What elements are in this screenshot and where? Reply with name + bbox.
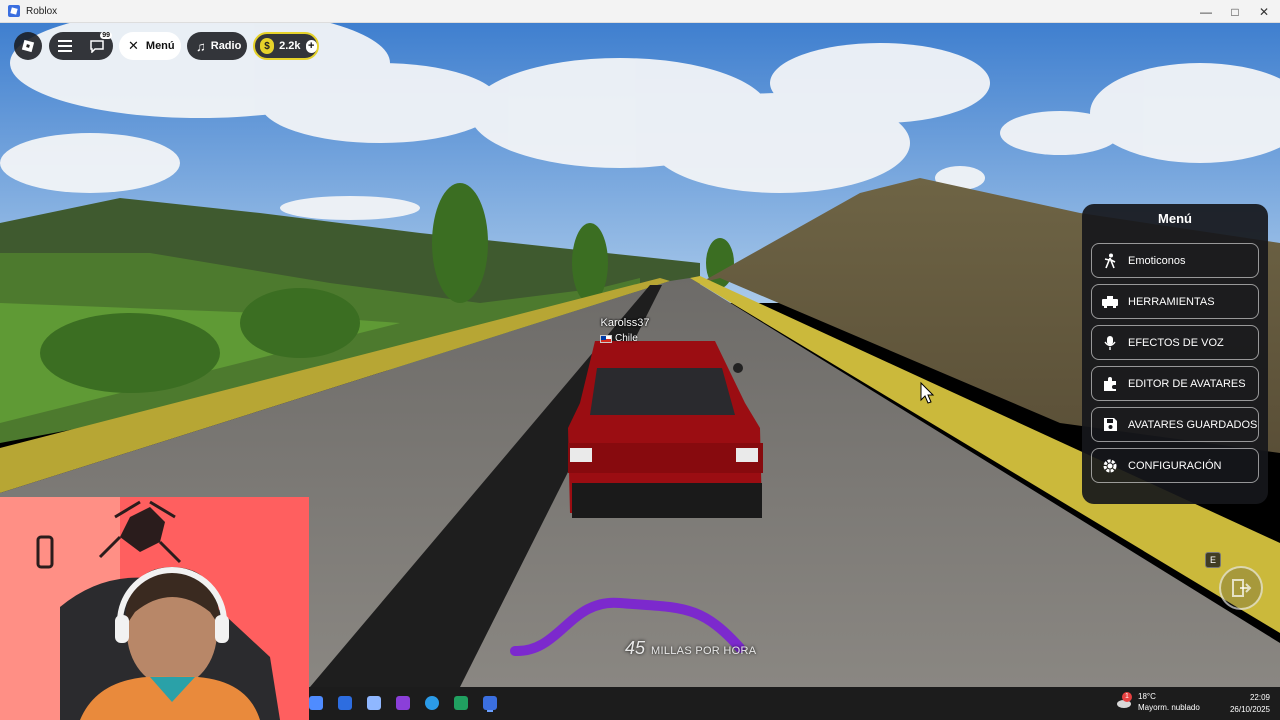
menu-item-label: Emoticonos [1128,254,1186,267]
weather-temperature: 18°C [1138,692,1156,701]
hamburger-button[interactable] [49,40,81,52]
radio-label: Radio [210,40,242,52]
add-currency-button[interactable]: + [305,39,317,53]
radio-button[interactable]: ♫ Radio [187,32,247,60]
taskbar-roblox-icon[interactable] [483,696,497,710]
side-menu-title: Menú [1158,211,1192,226]
webcam-overlay [0,497,309,720]
menu-item-emotes[interactable]: Emoticonos [1091,243,1259,278]
emote-figure-icon [1092,253,1128,269]
menu-item-label: HERRAMIENTAS [1128,295,1215,308]
currency-display[interactable]: $ 2.2k + [253,32,319,60]
system-clock[interactable]: 22:09 26/10/2025 [1200,692,1270,716]
taskbar-app-icon[interactable] [338,696,352,710]
menu-item-label: AVATARES GUARDADOS [1128,418,1258,431]
menu-item-label: CONFIGURACIÓN [1128,459,1222,472]
speed-value: 45 [625,638,646,658]
chat-badge: 99 [100,32,112,39]
exit-door-icon [1232,579,1252,597]
player-country-label: Chile [615,333,638,344]
menu-item-tools[interactable]: HERRAMIENTAS [1091,284,1259,319]
player-country-tag: Chile [600,333,638,344]
webcam-feed [0,497,309,720]
taskbar-app-icon[interactable] [309,696,323,710]
close-icon: ✕ [128,38,139,53]
microphone-icon [1092,335,1128,351]
menu-item-voice-effects[interactable]: EFECTOS DE VOZ [1091,325,1259,360]
weather-alert-badge: 1 [1122,692,1132,702]
tools-icon [1092,295,1128,309]
weather-description: Mayorm. nublado [1138,703,1200,712]
menu-item-label: EDITOR DE AVATARES [1128,377,1246,390]
window-title: Roblox [26,5,58,17]
roblox-logo-icon [21,39,35,53]
taskbar-app-icon[interactable] [396,696,410,710]
speedometer: 45 MILLAS POR HORA [625,638,756,659]
side-menu-panel: Menú Emoticonos HERRAMIENTAS EFECTOS DE … [1082,204,1268,504]
gear-icon [1092,458,1128,474]
close-window-button[interactable]: ✕ [1248,0,1280,23]
clock-date: 26/10/2025 [1229,705,1270,714]
hamburger-icon [58,40,72,52]
weather-widget[interactable]: 1 18°C Mayorm. nublado [1116,691,1200,713]
chile-flag-icon [600,334,612,343]
hud-menu-chat-group: 99 [49,32,113,60]
weather-cloud-icon: 1 [1116,692,1132,709]
menu-item-saved-avatars[interactable]: AVATARES GUARDADOS [1091,407,1259,442]
maximize-button[interactable]: □ [1219,0,1251,23]
roblox-logo-button[interactable] [14,32,42,60]
menu-toggle-button[interactable]: ✕ Menú [119,32,181,60]
roblox-app-icon [8,5,20,17]
clock-time: 22:09 [1249,693,1270,702]
menu-item-label: EFECTOS DE VOZ [1128,336,1224,349]
music-note-icon: ♫ [196,38,206,54]
menu-item-avatar-editor[interactable]: EDITOR DE AVATARES [1091,366,1259,401]
taskbar-app-icon[interactable] [367,696,381,710]
minimize-button[interactable]: — [1190,0,1222,23]
exit-vehicle-button[interactable] [1219,566,1263,610]
player-name-tag: Karolss37 [600,317,650,329]
currency-amount: 2.2k [279,40,301,52]
menu-item-settings[interactable]: CONFIGURACIÓN [1091,448,1259,483]
window-titlebar: Roblox — □ ✕ [0,0,1280,23]
chat-button[interactable]: 99 [81,32,113,53]
red-car [568,341,763,518]
save-icon [1092,417,1128,432]
speed-unit: MILLAS POR HORA [651,645,757,657]
coin-icon: $ [260,38,275,54]
taskbar-app-icon[interactable] [425,696,439,710]
puzzle-icon [1092,376,1128,392]
taskbar-app-icon[interactable] [454,696,468,710]
chat-icon [90,40,104,53]
menu-toggle-label: Menú [145,40,175,52]
interact-key-prompt: E [1205,552,1221,568]
